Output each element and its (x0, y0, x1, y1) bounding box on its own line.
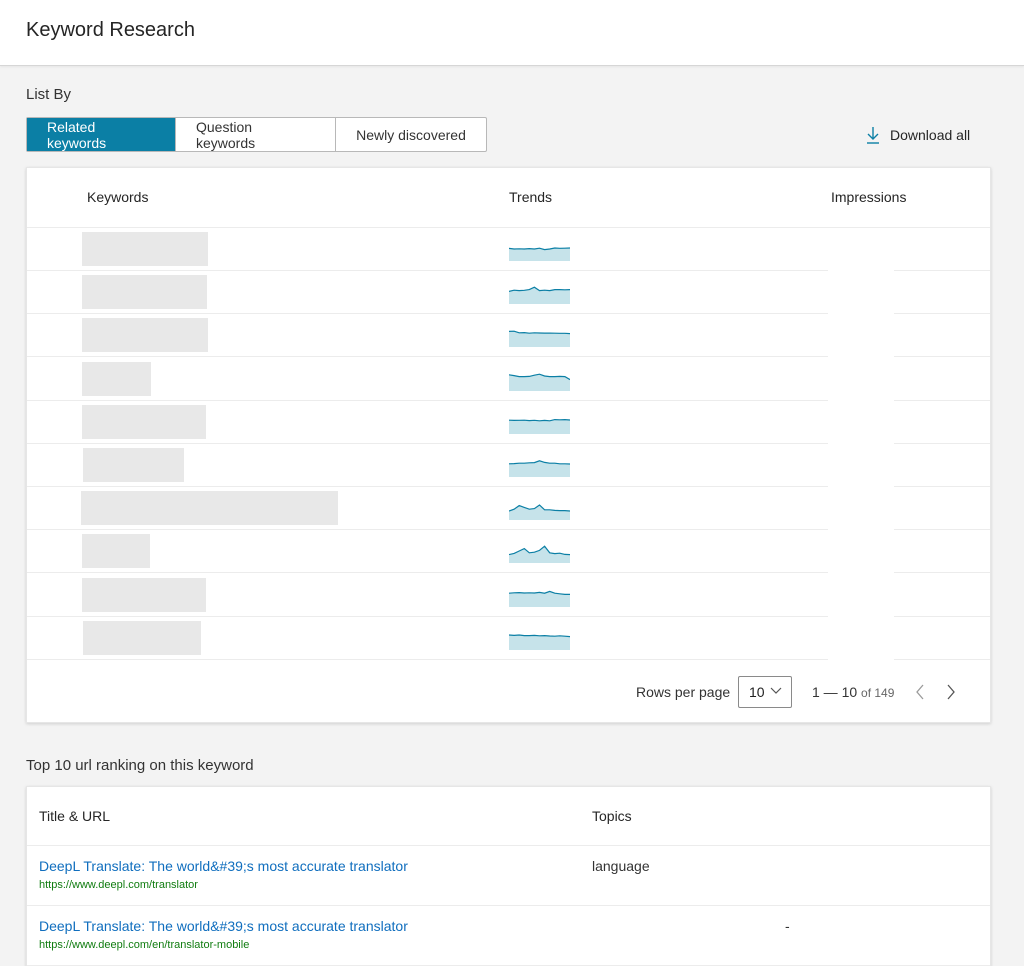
trend-area (509, 419, 570, 434)
url-link[interactable]: https://www.deepl.com/translator (39, 879, 198, 891)
impressions-cell (828, 228, 894, 271)
url-table-header: Title & URL Topics (27, 787, 990, 846)
impressions-cell (828, 357, 894, 401)
table-row[interactable] (27, 357, 990, 401)
impressions-cell (828, 487, 894, 531)
url-link[interactable]: https://www.deepl.com/en/translator-mobi… (39, 939, 249, 951)
page-title: Keyword Research (26, 19, 195, 41)
list-by-label: List By (26, 86, 72, 103)
table-row[interactable] (27, 271, 990, 315)
tab-question-keywords[interactable]: Question keywords (176, 118, 336, 151)
trend-sparkline (509, 330, 570, 348)
trend-sparkline (509, 545, 570, 564)
keyword-placeholder (82, 232, 208, 266)
download-icon (867, 127, 879, 144)
list-by-tabs: Related keywords Question keywords Newly… (26, 117, 487, 152)
url-section-title: Top 10 url ranking on this keyword (26, 757, 254, 774)
column-header-trends[interactable]: Trends (509, 189, 552, 205)
url-row: DeepL Translate: The world&#39;s most ac… (27, 906, 990, 966)
trend-sparkline (509, 460, 570, 477)
url-topic: language (592, 858, 650, 874)
impressions-cell (828, 271, 894, 315)
previous-page-button[interactable] (910, 680, 930, 704)
table-row[interactable] (27, 530, 990, 574)
column-header-impressions[interactable]: Impressions (831, 189, 906, 205)
pagination: Rows per page 10 1 — 10 of 149 (27, 659, 990, 723)
rows-per-page-label: Rows per page (636, 684, 731, 700)
impressions-cell (828, 530, 894, 574)
impressions-cell (828, 573, 894, 617)
table-row[interactable] (27, 573, 990, 617)
trend-sparkline (509, 504, 570, 521)
keyword-placeholder (82, 404, 206, 439)
column-header-title-url: Title & URL (39, 808, 111, 824)
url-row: DeepL Translate: The world&#39;s most ac… (27, 846, 990, 906)
page-total: of 149 (861, 686, 895, 700)
table-row[interactable] (27, 314, 990, 358)
trend-sparkline (509, 286, 570, 305)
keyword-placeholder (83, 620, 201, 655)
keywords-table: Keywords Trends Impressions Rows per pag… (26, 167, 991, 723)
chevron-left-icon (916, 684, 924, 700)
trend-sparkline (509, 634, 570, 650)
keyword-placeholder (82, 318, 208, 353)
rows-per-page-select[interactable]: 10 (738, 676, 792, 708)
url-topic: - (785, 918, 790, 934)
table-row[interactable] (27, 228, 990, 271)
impressions-cell (828, 616, 894, 660)
download-all-button[interactable]: Download all (866, 126, 970, 144)
page-header: Keyword Research (0, 0, 1024, 66)
impressions-cell (828, 400, 894, 444)
url-title-link[interactable]: DeepL Translate: The world&#39;s most ac… (39, 858, 408, 874)
trend-area (509, 634, 570, 650)
table-row[interactable] (27, 487, 990, 531)
tab-related-keywords[interactable]: Related keywords (27, 118, 176, 151)
column-header-keywords[interactable]: Keywords (87, 189, 148, 205)
chevron-right-icon (947, 684, 955, 700)
trend-area (509, 546, 570, 564)
keyword-placeholder (82, 275, 207, 310)
keyword-placeholder (81, 491, 338, 526)
page-range: 1 — 10 of 149 (812, 684, 894, 700)
rows-per-page-value: 10 (749, 684, 765, 700)
keyword-placeholder (82, 361, 151, 396)
next-page-button[interactable] (941, 680, 961, 704)
keyword-placeholder (83, 448, 184, 482)
impressions-cell (828, 314, 894, 358)
trend-area (509, 248, 570, 261)
page-range-text: 1 — 10 (812, 684, 858, 700)
trend-sparkline (509, 418, 570, 434)
trend-sparkline (509, 373, 570, 391)
table-row[interactable] (27, 616, 990, 660)
table-header: Keywords Trends Impressions (27, 168, 990, 228)
tab-newly-discovered[interactable]: Newly discovered (336, 118, 486, 151)
download-all-label: Download all (890, 127, 971, 143)
trend-sparkline (509, 590, 570, 607)
table-row[interactable] (27, 400, 990, 444)
keyword-placeholder (82, 577, 206, 612)
impressions-cell (828, 444, 894, 487)
trend-area (509, 505, 570, 521)
trend-sparkline (509, 247, 570, 261)
url-ranking-table: Title & URL Topics DeepL Translate: The … (26, 786, 991, 966)
table-row[interactable] (27, 444, 990, 487)
chevron-down-icon (770, 687, 782, 694)
url-title-link[interactable]: DeepL Translate: The world&#39;s most ac… (39, 918, 408, 934)
keyword-placeholder (82, 534, 150, 569)
column-header-topics: Topics (592, 808, 632, 824)
